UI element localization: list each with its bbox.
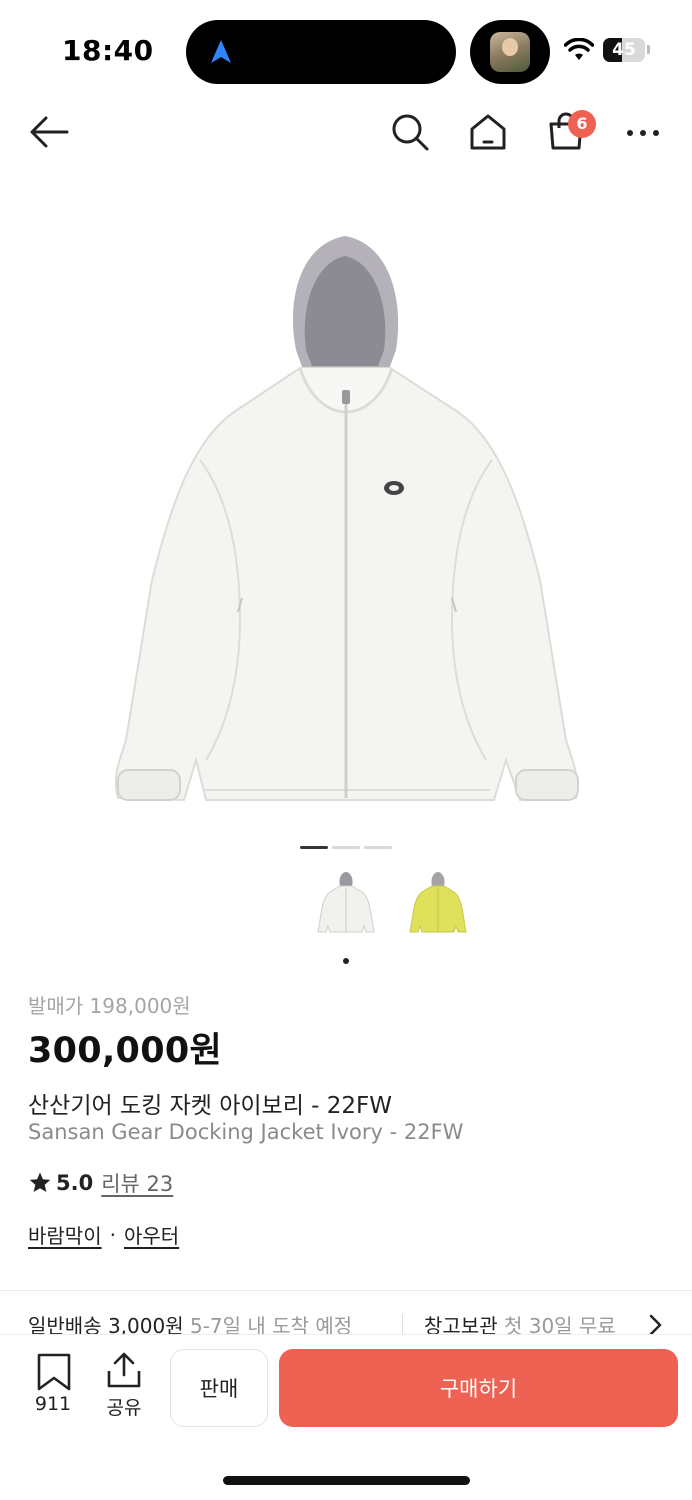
shipping-info-row[interactable]: 일반배송 3,000원 5-7일 내 도착 예정 창고보관 첫 30일 무료 (0, 1300, 692, 1334)
dynamic-island (186, 20, 456, 84)
avatar (490, 32, 530, 72)
shipping-title: 일반배송 3,000원 (28, 1314, 184, 1334)
release-price: 발매가 198,000원 (28, 994, 191, 1018)
star-icon (29, 1172, 51, 1192)
home-icon[interactable] (468, 112, 508, 152)
cart-count-badge: 6 (568, 110, 596, 138)
category-link-windbreaker[interactable]: 바람막이 (28, 1220, 102, 1249)
product-name-korean: 산산기어 도킹 자켓 아이보리 - 22FW (28, 1093, 393, 1119)
product-name-english: Sansan Gear Docking Jacket Ivory - 22FW (28, 1120, 464, 1144)
image-pagination (300, 846, 392, 849)
bottom-action-bar: 911 공유 판매 구매하기 (0, 1334, 692, 1444)
review-link[interactable]: 리뷰 23 (101, 1168, 173, 1198)
warehouse-sub: 첫 30일 무료 (503, 1314, 616, 1334)
live-activity (470, 20, 550, 84)
bookmark-count: 911 (34, 1393, 72, 1415)
pagination-dot[interactable] (332, 846, 360, 849)
rating-row: 5.0 리뷰 23 (28, 1168, 173, 1198)
back-arrow-icon[interactable] (28, 114, 70, 150)
more-icon[interactable] (626, 128, 660, 138)
current-price: 300,000원 (28, 1031, 223, 1071)
navigation-arrow-icon (211, 40, 231, 63)
battery-icon: 45 (603, 38, 645, 62)
shipping-separator (402, 1314, 403, 1334)
warehouse-title: 창고보관 (424, 1314, 498, 1334)
variant-yellow-thumbnail[interactable] (402, 866, 474, 938)
buy-button[interactable]: 구매하기 (279, 1349, 678, 1427)
shipping-eta: 5-7일 내 도착 예정 (189, 1314, 353, 1334)
pagination-dot[interactable] (300, 846, 328, 849)
share-label: 공유 (106, 1397, 142, 1419)
clock: 18:40 (62, 34, 154, 67)
category-breadcrumb: 바람막이 · 아우터 (28, 1220, 179, 1249)
bookmark-icon[interactable] (34, 1353, 74, 1391)
chevron-right-icon[interactable] (648, 1314, 662, 1334)
pagination-dot[interactable] (364, 846, 392, 849)
battery-tip (647, 45, 650, 54)
section-divider (0, 1290, 692, 1291)
warehouse-option: 창고보관 첫 30일 무료 (424, 1310, 616, 1334)
product-image[interactable] (0, 200, 692, 820)
share-icon[interactable] (104, 1351, 144, 1389)
rating-value: 5.0 (56, 1171, 94, 1195)
category-separator: · (109, 1222, 116, 1247)
sell-button[interactable]: 판매 (170, 1349, 268, 1427)
search-icon[interactable] (390, 112, 430, 152)
status-bar: 18:40 45 (0, 0, 692, 100)
selected-variant-indicator (343, 958, 349, 964)
shipping-option: 일반배송 3,000원 5-7일 내 도착 예정 (28, 1310, 352, 1334)
wifi-icon (564, 38, 594, 60)
variant-selector (310, 866, 474, 938)
category-link-outer[interactable]: 아우터 (124, 1220, 179, 1249)
variant-ivory-thumbnail[interactable] (310, 866, 382, 938)
battery-percent: 45 (612, 40, 636, 60)
home-indicator[interactable] (223, 1476, 470, 1485)
